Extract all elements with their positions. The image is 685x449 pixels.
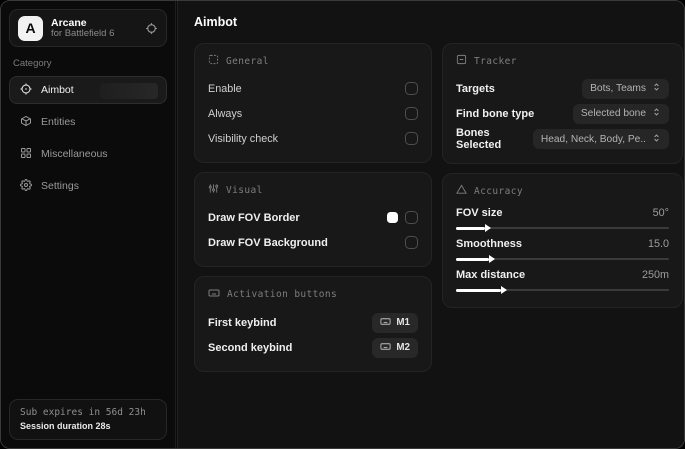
sidebar-item-label: Settings	[41, 180, 79, 192]
sidebar-item-label: Aimbot	[41, 84, 74, 96]
sidebar: A Arcane for Battlefield 6 Category Aimb…	[1, 1, 176, 448]
smoothness-slider-group: Smoothness 15.0	[456, 238, 669, 261]
setting-label: First keybind	[208, 316, 277, 329]
grid-icon	[20, 147, 32, 162]
app-title: Arcane	[51, 16, 87, 29]
card-title: Accuracy	[474, 185, 523, 197]
sub-expiry-text: Sub expires in 56d 23h	[20, 407, 146, 418]
gear-icon	[20, 178, 32, 194]
subscription-info-card: Sub expires in 56d 23h Session duration …	[9, 399, 167, 440]
setting-label: Visibility check	[208, 132, 279, 145]
setting-row-second-keybind: Second keybind M2	[208, 336, 418, 359]
sidebar-item-entities[interactable]: Entities	[9, 108, 167, 136]
sliders-icon	[208, 183, 219, 197]
chevron-up-down-icon	[652, 82, 661, 95]
fov-border-color-swatch[interactable]	[387, 212, 398, 223]
fov-size-slider-group: FOV size 50°	[456, 207, 669, 230]
dropdown-value: Head, Neck, Body, Pe..	[540, 133, 646, 145]
crosshair-icon	[20, 83, 32, 98]
setting-label: Find bone type	[456, 107, 535, 120]
keyboard-icon	[380, 316, 391, 330]
slider-fill[interactable]	[456, 288, 501, 292]
setting-row-find-bone-type: Find bone type Selected bone	[456, 102, 669, 125]
chevron-up-down-icon	[652, 133, 661, 146]
keybind-value: M1	[396, 317, 410, 328]
setting-row-visibility-check: Visibility check	[208, 127, 418, 150]
setting-label: Targets	[456, 82, 495, 95]
general-card: General Enable Always Visibility check	[194, 43, 432, 163]
setting-row-bones-selected: Bones Selected Head, Neck, Body, Pe..	[456, 127, 669, 151]
slider-value: 50°	[652, 207, 669, 219]
accuracy-card: Accuracy FOV size 50° Smoothness 15.0 Ma…	[442, 173, 683, 308]
app-subtitle: for Battlefield 6	[51, 27, 115, 39]
setting-label: Enable	[208, 82, 242, 95]
activation-buttons-card: Activation buttons First keybind M1 Seco…	[194, 276, 432, 372]
targets-dropdown[interactable]: Bots, Teams	[582, 78, 669, 99]
slider-fill[interactable]	[456, 226, 485, 230]
setting-label: Draw FOV Border	[208, 211, 300, 224]
session-duration-text: Session duration 28s	[20, 421, 111, 431]
chevron-up-down-icon	[652, 107, 661, 120]
keyboard-icon	[208, 287, 220, 302]
slider-label: FOV size	[456, 207, 503, 219]
app-window: A Arcane for Battlefield 6 Category Aimb…	[0, 0, 685, 449]
keybind-value: M2	[396, 342, 410, 353]
slider-value: 250m	[641, 269, 669, 281]
max-distance-slider-group: Max distance 250m	[456, 269, 669, 292]
first-keybind-button[interactable]: M1	[372, 312, 418, 333]
find-bone-type-dropdown[interactable]: Selected bone	[572, 103, 669, 124]
slider-label: Smoothness	[456, 238, 523, 250]
smoothness-slider[interactable]	[456, 257, 669, 261]
keyboard-icon	[380, 341, 391, 355]
dropdown-value: Bots, Teams	[590, 83, 646, 94]
draw-fov-background-checkbox[interactable]	[405, 236, 418, 249]
sidebar-item-label: Entities	[41, 116, 76, 128]
right-column: Tracker Targets Bots, Teams Find bone ty…	[442, 43, 683, 308]
card-title: Tracker	[474, 55, 517, 67]
card-title: General	[226, 55, 269, 67]
setting-row-draw-fov-border: Draw FOV Border	[208, 206, 418, 229]
left-column: General Enable Always Visibility check V…	[194, 43, 432, 372]
fov-size-slider[interactable]	[456, 226, 669, 230]
setting-label: Always	[208, 107, 243, 120]
app-logo: A	[18, 15, 43, 41]
main-panel: Aimbot General Enable Always Visibility …	[177, 1, 684, 448]
category-label: Category	[13, 58, 52, 69]
sidebar-item-miscellaneous[interactable]: Miscellaneous	[9, 140, 167, 168]
card-title: Visual	[226, 184, 263, 196]
card-title: Activation buttons	[227, 289, 338, 300]
setting-row-draw-fov-background: Draw FOV Background	[208, 231, 418, 254]
minus-square-icon	[456, 54, 467, 68]
sidebar-item-settings[interactable]: Settings	[9, 172, 167, 200]
always-checkbox[interactable]	[405, 107, 418, 120]
setting-row-always: Always	[208, 102, 418, 125]
crosshair-icon[interactable]	[145, 22, 158, 35]
triangle-icon	[456, 184, 467, 198]
sidebar-item-aimbot[interactable]: Aimbot	[9, 76, 167, 104]
visual-card: Visual Draw FOV Border Draw FOV Backgrou…	[194, 172, 432, 267]
slider-label: Max distance	[456, 269, 526, 281]
setting-label: Bones Selected	[456, 127, 502, 151]
setting-row-enable: Enable	[208, 77, 418, 100]
slider-value: 15.0	[647, 238, 669, 250]
draw-fov-border-checkbox[interactable]	[405, 211, 418, 224]
tracker-card: Tracker Targets Bots, Teams Find bone ty…	[442, 43, 683, 164]
setting-label: Draw FOV Background	[208, 236, 328, 249]
dashed-square-icon	[208, 54, 219, 68]
setting-label: Second keybind	[208, 341, 293, 354]
bones-selected-dropdown[interactable]: Head, Neck, Body, Pe..	[532, 129, 669, 149]
second-keybind-button[interactable]: M2	[372, 337, 418, 358]
setting-row-targets: Targets Bots, Teams	[456, 77, 669, 100]
cube-icon	[20, 115, 32, 130]
brand-card: A Arcane for Battlefield 6	[9, 9, 167, 47]
page-title: Aimbot	[194, 15, 238, 29]
enable-checkbox[interactable]	[405, 82, 418, 95]
setting-row-first-keybind: First keybind M1	[208, 311, 418, 334]
dropdown-value: Selected bone	[580, 108, 646, 119]
slider-fill[interactable]	[456, 257, 489, 261]
visibility-check-checkbox[interactable]	[405, 132, 418, 145]
sidebar-item-label: Miscellaneous	[41, 148, 108, 160]
max-distance-slider[interactable]	[456, 288, 669, 292]
